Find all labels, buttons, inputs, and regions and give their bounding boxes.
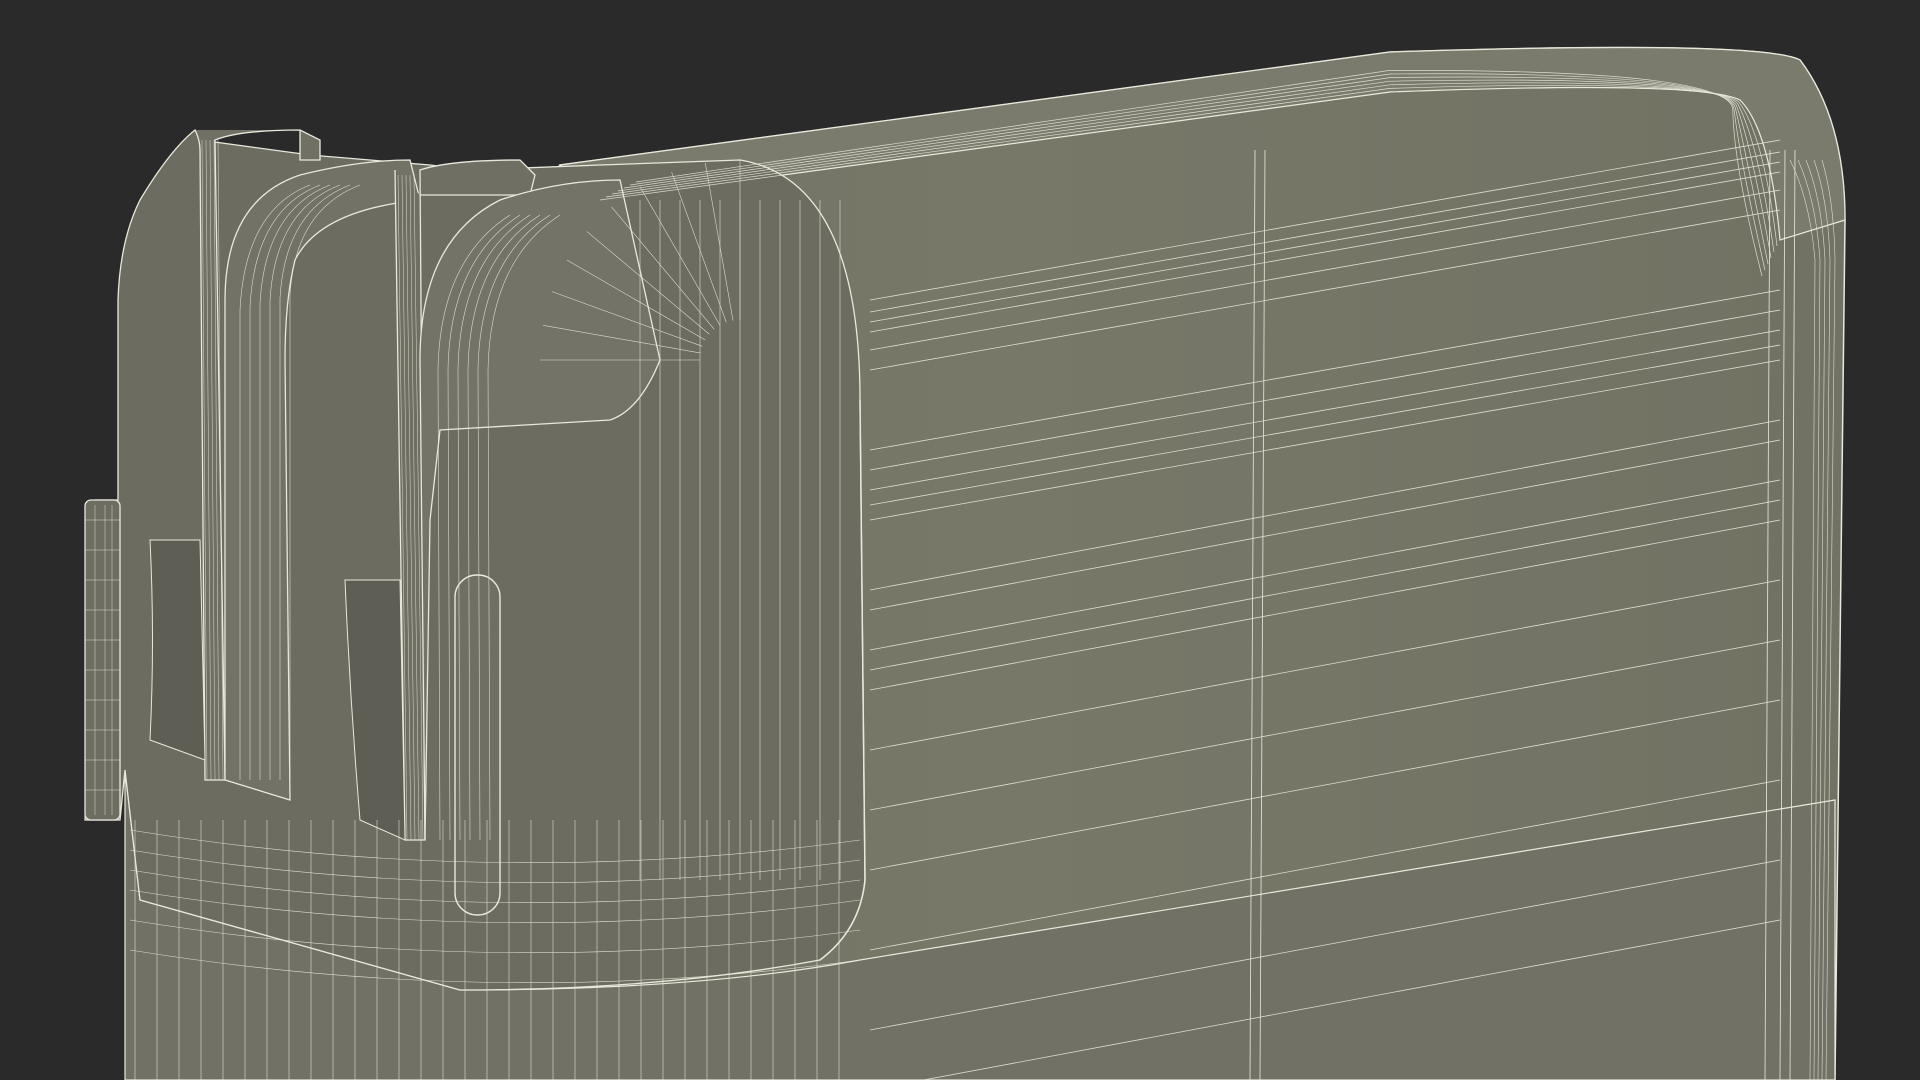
pill-ridge [454, 574, 501, 916]
side-tab [84, 499, 121, 821]
wireframe-render [0, 0, 1920, 1080]
recess-left [149, 539, 206, 761]
render-viewport [0, 0, 1920, 1080]
